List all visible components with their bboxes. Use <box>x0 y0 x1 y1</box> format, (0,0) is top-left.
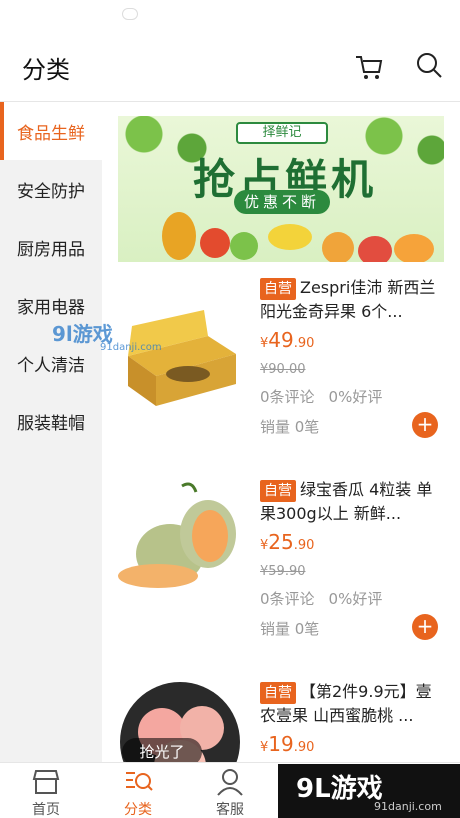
self-operated-badge: 自营 <box>260 480 296 502</box>
person-icon <box>217 769 243 796</box>
page-title: 分类 <box>22 56 70 84</box>
category-sidebar: 食品生鲜 安全防护 厨房用品 家用电器 个人清洁 服装鞋帽 <box>0 102 102 762</box>
sold-out-badge: 抢光了 <box>122 738 202 762</box>
sidebar-item-clothing[interactable]: 服装鞋帽 <box>0 392 102 450</box>
promo-banner[interactable]: 择鲜记 抢占鲜机 优惠不断 <box>118 116 444 262</box>
fruit-image <box>322 232 354 262</box>
sidebar-item-kitchen[interactable]: 厨房用品 <box>0 218 102 276</box>
banner-brand: 择鲜记 <box>236 122 328 144</box>
tab-home[interactable]: 首页 <box>0 763 92 818</box>
search-icon[interactable] <box>414 50 444 80</box>
product-price: ¥19.90 <box>260 732 315 756</box>
status-icon <box>122 8 138 20</box>
self-operated-badge: 自营 <box>260 278 296 300</box>
self-operated-badge: 自营 <box>260 682 296 704</box>
cart-icon[interactable] <box>354 52 384 82</box>
header: 分类 <box>0 30 460 102</box>
melon-image <box>118 482 236 588</box>
fruit-image <box>230 232 258 260</box>
site-watermark: 9L游戏 91danji.com <box>278 764 460 818</box>
product-card[interactable]: 自营 Zespri佳沛 新西兰阳光金奇异果 6个... ¥49.90 ¥90.00… <box>102 276 460 486</box>
product-name[interactable]: 自营 Zespri佳沛 新西兰阳光金奇异果 6个... <box>260 276 442 324</box>
product-name[interactable]: 自营 绿宝香瓜 4粒装 单果300g以上 新鲜... <box>260 478 442 526</box>
original-price: ¥59.90 <box>260 564 306 579</box>
product-name[interactable]: 自营 【第2件9.9元】壹农壹果 山西蜜脆桃 ... <box>260 680 442 728</box>
add-to-cart-button[interactable]: + <box>412 412 438 438</box>
banner-pill: 优惠不断 <box>234 190 330 214</box>
add-to-cart-button[interactable]: + <box>412 614 438 640</box>
watermark-logo: 9L游戏 <box>296 774 383 804</box>
sidebar-item-safety[interactable]: 安全防护 <box>0 160 102 218</box>
status-bar <box>0 0 460 30</box>
pineapple-image <box>162 212 196 260</box>
sales-count: 销量 0笔 <box>260 620 320 638</box>
watermark-url: 91danji.com <box>100 342 162 353</box>
fruit-image <box>394 234 434 262</box>
category-search-icon <box>126 772 153 791</box>
kiwi-box-image <box>128 310 236 406</box>
tab-customer-service[interactable]: 客服 <box>184 763 276 818</box>
fruit-image <box>200 228 230 258</box>
review-stats: 0条评论 0%好评 <box>260 590 383 608</box>
fruit-image <box>358 236 392 262</box>
original-price: ¥90.00 <box>260 362 306 377</box>
banana-image <box>268 224 312 250</box>
product-card[interactable]: 抢光了 自营 【第2件9.9元】壹农壹果 山西蜜脆桃 ... ¥19.90 <box>102 680 460 762</box>
sidebar-item-food[interactable]: 食品生鲜 <box>0 102 102 160</box>
store-icon <box>32 770 60 794</box>
product-card[interactable]: 自营 绿宝香瓜 4粒装 单果300g以上 新鲜... ¥25.90 ¥59.90 … <box>102 478 460 688</box>
tab-category[interactable]: 分类 <box>92 763 184 818</box>
review-stats: 0条评论 0%好评 <box>260 388 383 406</box>
product-price: ¥25.90 <box>260 530 315 554</box>
sales-count: 销量 0笔 <box>260 418 320 436</box>
watermark-url: 91danji.com <box>374 800 442 813</box>
product-price: ¥49.90 <box>260 328 315 352</box>
